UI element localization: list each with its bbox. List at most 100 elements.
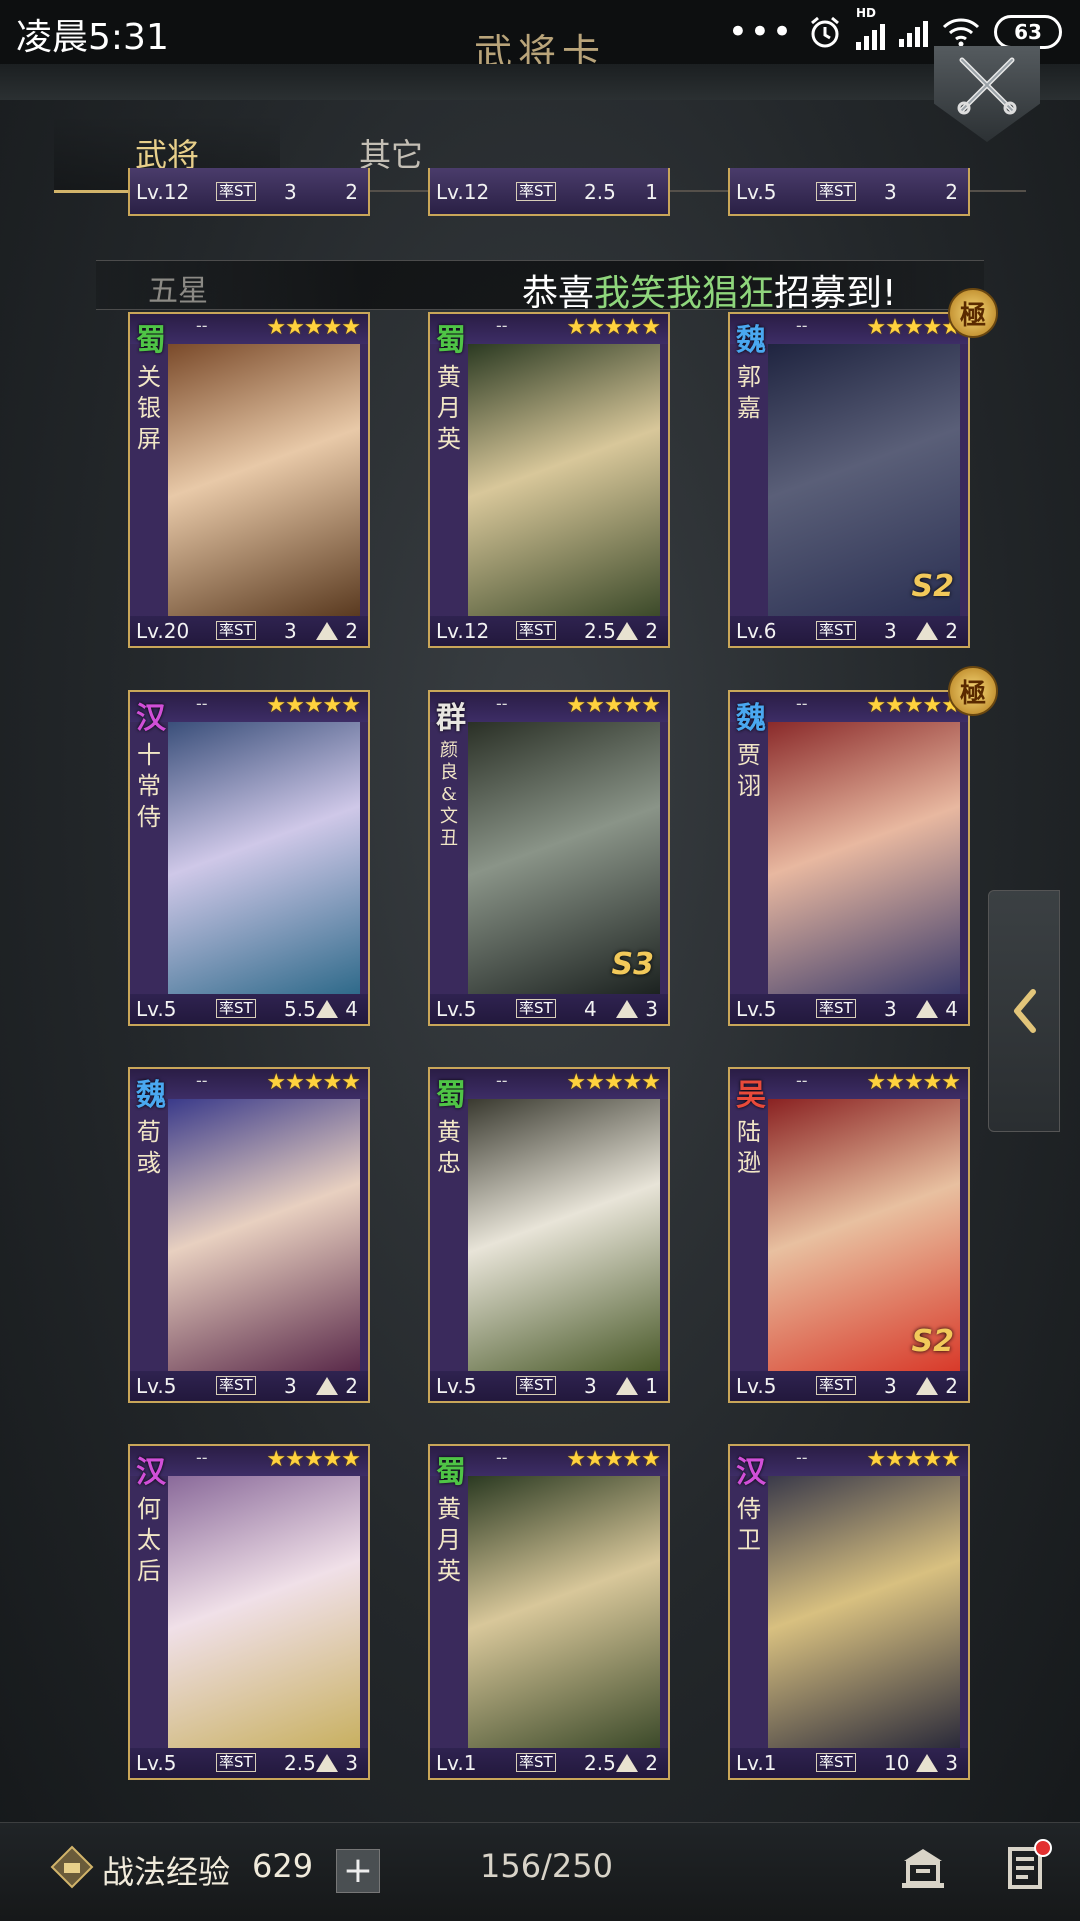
card-dash: -- <box>196 694 208 713</box>
troop-type-icon <box>316 1000 338 1018</box>
troop-type-icon <box>616 1754 638 1772</box>
card-count: 3 <box>345 1751 358 1775</box>
card-rate: 2.5 <box>584 1751 616 1775</box>
rank-label: S2 <box>911 569 954 604</box>
general-name: 贾诩 <box>737 741 761 800</box>
kingdom-label: 汉 <box>736 1455 766 1490</box>
card-level: Lv.5 <box>436 1374 477 1398</box>
star-rating: ★★★★★ <box>866 1447 961 1472</box>
card-rate: 2.5 <box>584 180 616 204</box>
side-drawer-toggle[interactable] <box>988 890 1060 1132</box>
general-name: 关银屏 <box>137 363 161 453</box>
general-card[interactable]: 蜀 -- ★★★★★ 关银屏 Lv.20 率ST 3 2 <box>128 312 370 648</box>
card-count: 1 <box>645 180 658 204</box>
general-portrait <box>468 344 660 616</box>
card-count-display: 156/250 <box>480 1847 613 1885</box>
card-count: 2 <box>945 619 958 643</box>
kingdom-label: 蜀 <box>436 1078 466 1113</box>
general-card[interactable]: 群 -- ★★★★★ 颜良&文丑 S3 Lv.5 率ST 4 3 <box>428 690 670 1026</box>
card-dash: -- <box>196 1448 208 1467</box>
card-dash: -- <box>496 694 508 713</box>
card-level: Lv.1 <box>736 1751 777 1775</box>
add-exp-button[interactable]: + <box>336 1849 380 1893</box>
card-level: Lv.5 <box>136 997 177 1021</box>
general-portrait <box>768 1476 960 1748</box>
troop-type-icon <box>316 622 338 640</box>
rate-label: 率ST <box>816 1376 856 1395</box>
card-bottombar: Lv.5 率ST 5.5 4 <box>130 994 368 1024</box>
rate-label: 率ST <box>216 999 256 1018</box>
general-card[interactable]: 汉 -- ★★★★★ 十常侍 Lv.5 率ST 5.5 4 <box>128 690 370 1026</box>
rate-label: 率ST <box>816 621 856 640</box>
card-bottombar: Lv.5 率ST 2.5 3 <box>130 1748 368 1778</box>
general-portrait <box>168 722 360 994</box>
card-rate: 3 <box>584 1374 597 1398</box>
kingdom-label: 汉 <box>136 1455 166 1490</box>
general-portrait <box>168 1099 360 1371</box>
star-rating: ★★★★★ <box>266 1070 361 1095</box>
crossed-swords-close-icon <box>957 57 1017 115</box>
rate-label: 率ST <box>816 182 856 201</box>
card-rate: 3 <box>884 1374 897 1398</box>
rate-label: 率ST <box>216 621 256 640</box>
rank-label: S2 <box>911 1324 954 1359</box>
card-level: Lv.5 <box>736 180 777 204</box>
general-card[interactable]: 蜀 -- ★★★★★ 黄月英 Lv.1 率ST 2.5 2 <box>428 1444 670 1780</box>
rate-label: 率ST <box>516 621 556 640</box>
card-level: Lv.5 <box>436 997 477 1021</box>
card-list-button[interactable] <box>1000 1839 1052 1893</box>
general-portrait <box>168 1476 360 1748</box>
card-count: 1 <box>645 1374 658 1398</box>
card-partial[interactable]: Lv.5 率ST 3 2 <box>728 168 970 216</box>
section-label: 五星 <box>148 274 208 309</box>
card-dash: -- <box>196 316 208 335</box>
card-partial[interactable]: Lv.12 率ST 3 2 <box>128 168 370 216</box>
rate-label: 率ST <box>516 1753 556 1772</box>
general-card[interactable]: 蜀 -- ★★★★★ 黄忠 Lv.5 率ST 3 1 <box>428 1067 670 1403</box>
general-card[interactable]: 汉 -- ★★★★★ 何太后 Lv.5 率ST 2.5 3 <box>128 1444 370 1780</box>
card-rate: 4 <box>584 997 597 1021</box>
card-dash: -- <box>796 316 808 335</box>
rate-label: 率ST <box>516 182 556 201</box>
general-card[interactable]: 魏 -- ★★★★★ 贾诩 Lv.5 率ST 3 4 <box>728 690 970 1026</box>
card-count: 3 <box>945 1751 958 1775</box>
card-level: Lv.6 <box>736 619 777 643</box>
star-rating: ★★★★★ <box>266 315 361 340</box>
card-rate: 2.5 <box>284 1751 316 1775</box>
card-bottombar: Lv.5 率ST 3 1 <box>430 1371 668 1401</box>
general-card[interactable]: 蜀 -- ★★★★★ 黄月英 Lv.12 率ST 2.5 2 <box>428 312 670 648</box>
kingdom-label: 魏 <box>736 323 766 358</box>
card-count: 2 <box>645 1751 658 1775</box>
general-portrait <box>468 1476 660 1748</box>
troop-type-icon <box>916 1754 938 1772</box>
chevron-left-icon <box>1014 989 1036 1033</box>
card-rate: 5.5 <box>284 997 316 1021</box>
star-rating: ★★★★★ <box>266 693 361 718</box>
general-name: 黄月英 <box>437 1495 461 1585</box>
card-count: 2 <box>345 619 358 643</box>
general-card[interactable]: 魏 -- ★★★★★ 郭嘉 S2 Lv.6 率ST 3 2 <box>728 312 970 648</box>
card-level: Lv.20 <box>136 619 190 643</box>
card-dash: -- <box>196 1071 208 1090</box>
star-rating: ★★★★★ <box>566 1070 661 1095</box>
shop-building-icon[interactable] <box>898 1843 948 1893</box>
card-count: 2 <box>345 180 358 204</box>
card-rate: 3 <box>884 619 897 643</box>
general-name: 黄忠 <box>437 1118 461 1177</box>
general-card[interactable]: 吴 -- ★★★★★ 陆逊 S2 Lv.5 率ST 3 2 <box>728 1067 970 1403</box>
card-level: Lv.12 <box>436 619 490 643</box>
general-card[interactable]: 魏 -- ★★★★★ 荀彧 Lv.5 率ST 3 2 <box>128 1067 370 1403</box>
card-partial[interactable]: Lv.12 率ST 2.5 1 <box>428 168 670 216</box>
general-name: 十常侍 <box>137 741 161 831</box>
card-dash: -- <box>496 1071 508 1090</box>
card-count: 2 <box>345 1374 358 1398</box>
card-dash: -- <box>496 316 508 335</box>
general-card[interactable]: 汉 -- ★★★★★ 侍卫 Lv.1 率ST 10 3 <box>728 1444 970 1780</box>
rate-label: 率ST <box>216 1376 256 1395</box>
card-level: Lv.5 <box>736 997 777 1021</box>
kingdom-label: 蜀 <box>436 1455 466 1490</box>
rate-label: 率ST <box>216 182 256 201</box>
kingdom-label: 群 <box>436 701 466 736</box>
card-bottombar: Lv.5 率ST 3 2 <box>730 1371 968 1401</box>
tactic-exp-icon <box>50 1845 94 1889</box>
